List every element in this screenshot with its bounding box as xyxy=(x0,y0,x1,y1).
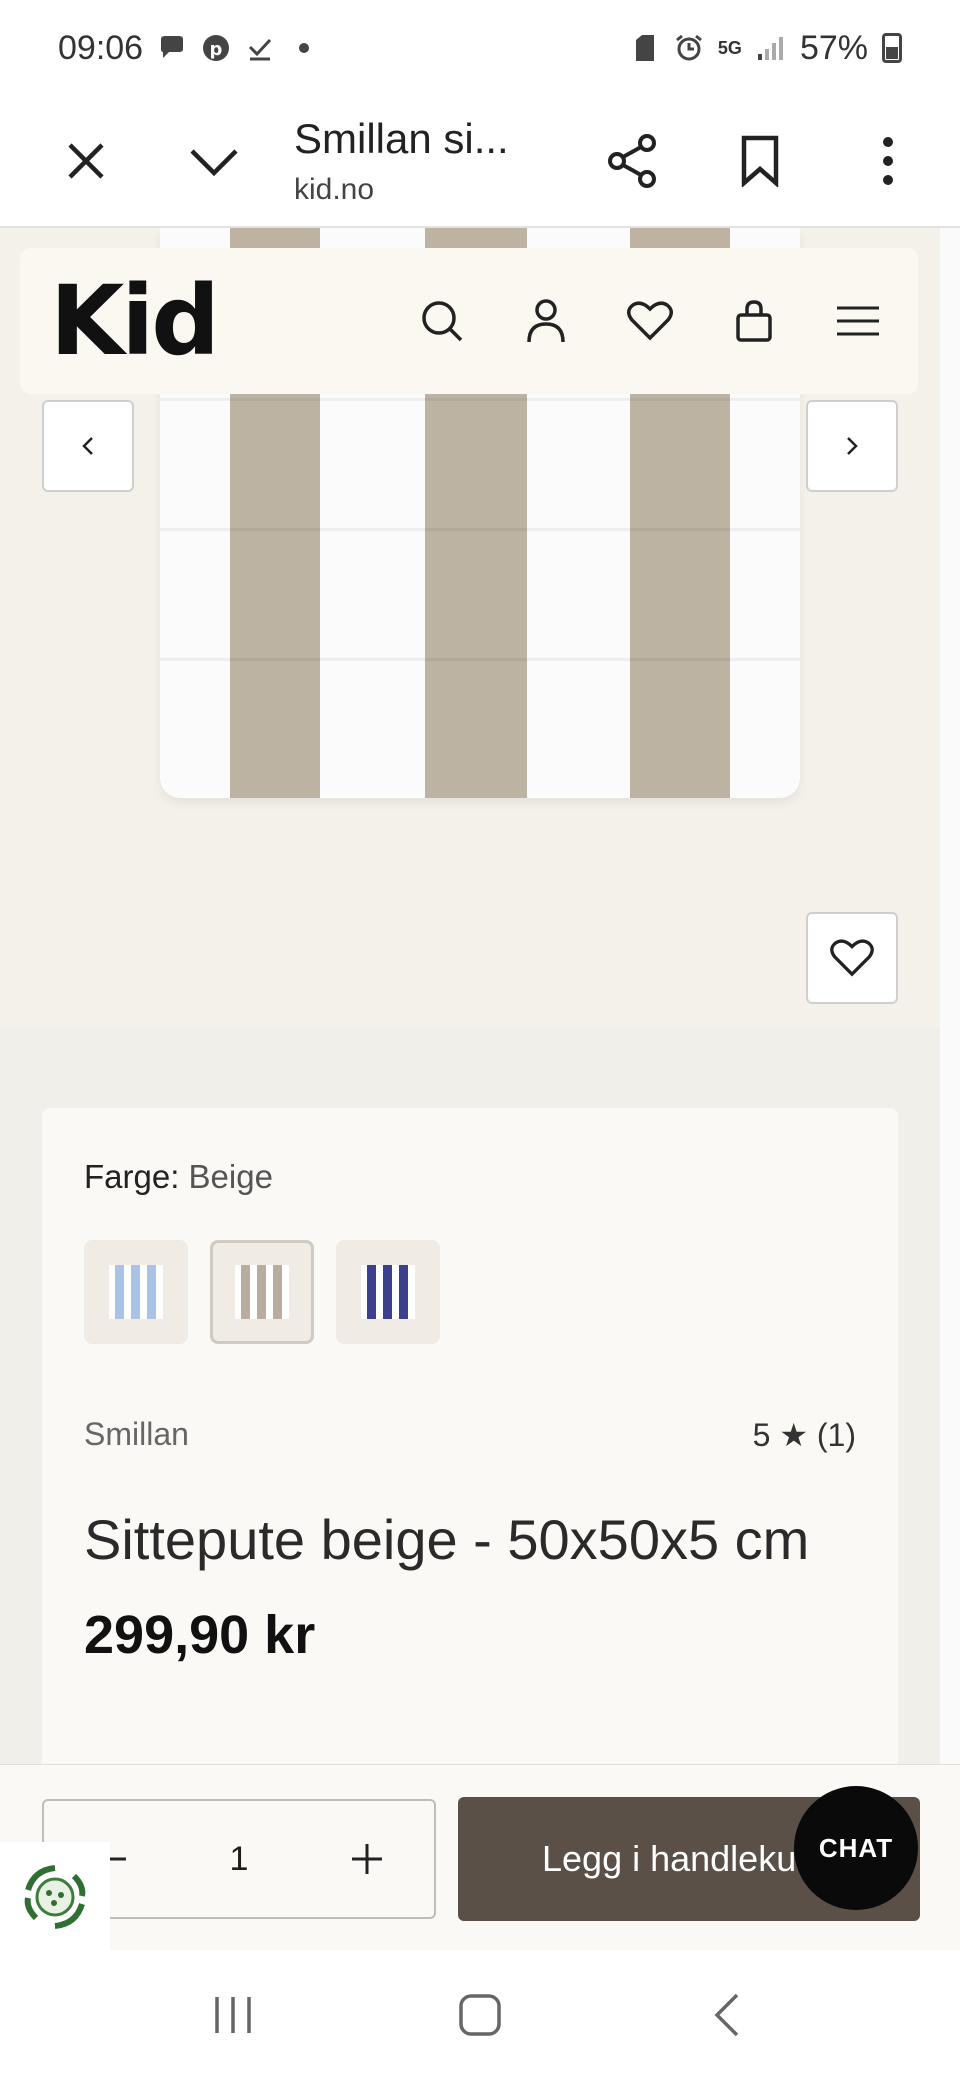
close-icon[interactable] xyxy=(36,111,136,211)
color-swatches xyxy=(84,1240,856,1344)
battery-percent: 57% xyxy=(799,28,868,67)
page-title-block[interactable]: Smillan si... kid.no xyxy=(264,115,582,207)
scrollbar[interactable] xyxy=(940,228,960,1764)
status-bar: 09:06 p 5G 57% xyxy=(0,0,960,96)
menu-icon[interactable] xyxy=(828,291,888,351)
swatch-light-blue[interactable] xyxy=(84,1240,188,1344)
previous-image-button[interactable] xyxy=(42,400,134,492)
bookmark-icon[interactable] xyxy=(710,111,810,211)
share-icon[interactable] xyxy=(582,111,682,211)
chevron-right-icon xyxy=(847,437,858,455)
alarm-icon xyxy=(674,33,704,63)
increase-quantity-button[interactable] xyxy=(352,1844,383,1874)
product-brand[interactable]: Smillan xyxy=(84,1416,189,1454)
product-price: 299,90 kr xyxy=(84,1605,316,1666)
shopping-bag-icon[interactable] xyxy=(724,291,784,351)
chevron-left-icon xyxy=(82,437,93,455)
site-logo[interactable]: Kid xyxy=(50,265,220,377)
color-label: Farge: xyxy=(84,1158,180,1195)
status-time: 09:06 xyxy=(58,28,144,67)
battery-icon xyxy=(882,33,902,63)
brand-rating-row: Smillan 5 ★ (1) xyxy=(84,1416,856,1454)
recent-apps-icon[interactable] xyxy=(183,1965,283,2065)
status-right: 5G 57% xyxy=(630,29,902,68)
back-icon[interactable] xyxy=(677,1965,777,2065)
product-rating[interactable]: 5 ★ (1) xyxy=(753,1416,856,1454)
chat-label: CHAT xyxy=(818,1832,894,1863)
page-title: Smillan si... xyxy=(294,115,509,162)
user-icon[interactable] xyxy=(516,291,576,351)
heart-icon[interactable] xyxy=(620,291,680,351)
web-page: Kid Farge: Beige Smillan 5 ★ (1) Sittepu… xyxy=(0,228,940,1764)
product-title: Sittepute beige - 50x50x5 cm xyxy=(84,1508,810,1571)
swatch-navy[interactable] xyxy=(336,1240,440,1344)
check-icon xyxy=(245,33,275,63)
recycle-icon xyxy=(24,1865,86,1929)
recycle-badge[interactable] xyxy=(0,1842,110,1952)
sim-icon xyxy=(630,33,660,63)
svg-text:p: p xyxy=(210,39,223,60)
swatch-beige[interactable] xyxy=(210,1240,314,1344)
product-info-card: Farge: Beige Smillan 5 ★ (1) Sittepute b… xyxy=(42,1108,898,1764)
chat-bubble-icon xyxy=(157,33,187,63)
heart-icon xyxy=(830,939,874,977)
color-selection: Farge: Beige xyxy=(84,1158,856,1196)
page-domain: kid.no xyxy=(294,173,375,206)
search-icon[interactable] xyxy=(412,291,472,351)
header-icons xyxy=(412,291,888,351)
signal-icon xyxy=(756,33,786,63)
network-label: 5G xyxy=(717,37,742,58)
chat-button[interactable]: CHAT xyxy=(794,1786,918,1910)
pinterest-icon: p xyxy=(201,33,231,63)
add-to-wishlist-button[interactable] xyxy=(806,912,898,1004)
site-header: Kid xyxy=(20,248,918,394)
chevron-down-icon[interactable] xyxy=(164,111,264,211)
dot-icon xyxy=(289,33,319,63)
system-nav-bar xyxy=(0,1950,960,2080)
more-vert-icon[interactable] xyxy=(838,111,938,211)
add-to-cart-label: Legg i handlekurv xyxy=(542,1838,827,1879)
quantity-value[interactable]: 1 xyxy=(230,1840,249,1879)
color-value: Beige xyxy=(188,1158,273,1195)
browser-toolbar: Smillan si... kid.no xyxy=(0,96,960,228)
status-left: 09:06 p xyxy=(58,29,319,68)
home-icon[interactable] xyxy=(430,1965,530,2065)
next-image-button[interactable] xyxy=(806,400,898,492)
